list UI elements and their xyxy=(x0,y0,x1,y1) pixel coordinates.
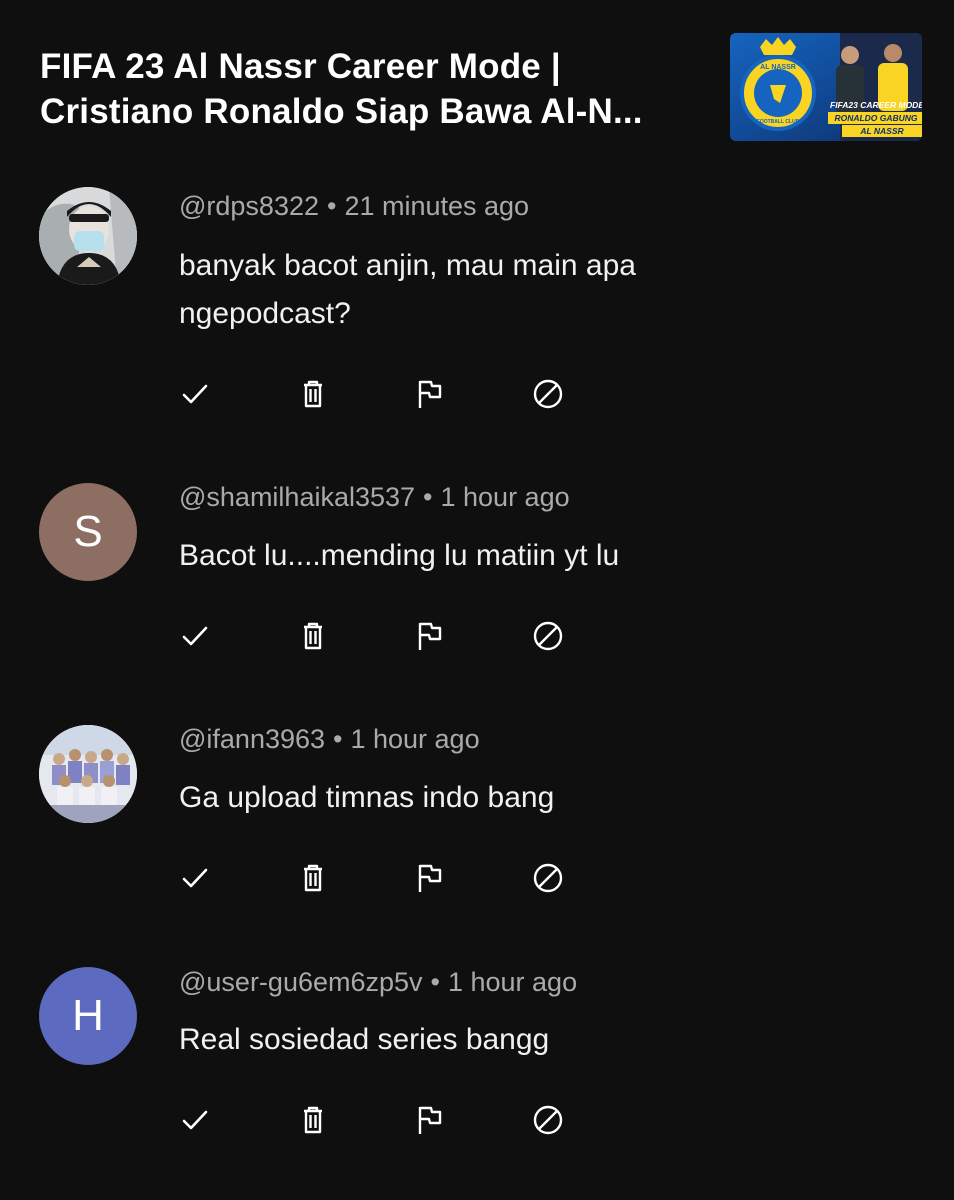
approve-button[interactable] xyxy=(175,1100,215,1140)
delete-button[interactable] xyxy=(293,374,333,414)
comment-text: Real sosiedad series bangg xyxy=(179,1016,779,1064)
checkmark-icon xyxy=(182,626,208,646)
report-button[interactable] xyxy=(409,616,449,656)
checkmark-icon xyxy=(182,1110,208,1130)
flag-icon xyxy=(418,622,442,650)
report-button[interactable] xyxy=(409,374,449,414)
meta-separator: • xyxy=(333,724,343,754)
comment-text-line: Real sosiedad series bangg xyxy=(179,1023,550,1056)
comment-meta: @ifann3963 • 1 hour ago xyxy=(179,724,480,755)
report-button[interactable] xyxy=(409,858,449,898)
video-title-line-2: Cristiano Ronaldo Siap Bawa Al-N... xyxy=(40,92,643,131)
avatar-photo xyxy=(39,725,137,823)
checkmark-icon xyxy=(182,868,208,888)
comment-author[interactable]: @ifann3963 xyxy=(179,724,325,754)
flag-icon xyxy=(418,380,442,408)
approve-button[interactable] xyxy=(175,616,215,656)
comment-text: banyak bacot anjin, mau main apa ngepodc… xyxy=(179,242,779,338)
hide-user-button[interactable] xyxy=(528,1100,568,1140)
avatar-letter: S xyxy=(73,507,103,556)
block-icon xyxy=(533,863,563,893)
trash-icon xyxy=(304,622,322,650)
comment-text-line: banyak bacot anjin, mau main apa xyxy=(179,249,636,282)
comment-meta: @rdps8322 • 21 minutes ago xyxy=(179,191,529,222)
delete-button[interactable] xyxy=(293,616,333,656)
flag-icon xyxy=(418,1106,442,1134)
block-icon xyxy=(533,379,563,409)
comment-text-line: Bacot lu....mending lu matiin yt lu xyxy=(179,539,620,572)
comment-text: Bacot lu....mending lu matiin yt lu xyxy=(179,532,779,580)
hide-user-button[interactable] xyxy=(528,858,568,898)
comment-author[interactable]: @rdps8322 xyxy=(179,191,319,221)
comment-time: 1 hour ago xyxy=(447,967,578,997)
comment-time: 1 hour ago xyxy=(440,482,570,512)
comment-time: 1 hour ago xyxy=(350,724,480,754)
delete-button[interactable] xyxy=(293,858,333,898)
approve-button[interactable] xyxy=(175,858,215,898)
block-icon xyxy=(533,1105,563,1135)
report-button[interactable] xyxy=(409,1100,449,1140)
comment-meta: @shamilhaikal3537 • 1 hour ago xyxy=(179,482,570,513)
video-title[interactable]: FIFA 23 Al Nassr Career Mode | Cristiano… xyxy=(40,44,720,134)
thumbnail-image: AL NASSR FOOTBALL CLUB FIFA23 CAREER MOD… xyxy=(730,33,922,141)
comment-text-line: ngepodcast? xyxy=(179,297,351,330)
comment-time: 21 minutes ago xyxy=(344,191,530,221)
comment-meta: @user-gu6em6zp5v • 1 hour ago xyxy=(179,967,577,998)
meta-separator: • xyxy=(327,191,337,221)
avatar-letter: H xyxy=(72,991,104,1040)
avatar-photo xyxy=(39,187,137,285)
avatar[interactable] xyxy=(39,725,137,823)
comment-author[interactable]: @user-gu6em6zp5v xyxy=(179,967,423,997)
comment-text: Ga upload timnas indo bang xyxy=(179,774,779,822)
thumbnail-sub: AL NASSR xyxy=(859,126,904,136)
approve-button[interactable] xyxy=(175,374,215,414)
hide-user-button[interactable] xyxy=(528,374,568,414)
meta-separator: • xyxy=(430,967,440,997)
trash-icon xyxy=(304,864,322,892)
avatar[interactable] xyxy=(39,187,137,285)
video-thumbnail[interactable]: AL NASSR FOOTBALL CLUB FIFA23 CAREER MOD… xyxy=(730,33,922,141)
hide-user-button[interactable] xyxy=(528,616,568,656)
thumbnail-logo-text: AL NASSR xyxy=(760,64,796,71)
block-icon xyxy=(533,621,563,651)
trash-icon xyxy=(304,380,322,408)
avatar[interactable]: S xyxy=(39,483,137,581)
video-header: FIFA 23 Al Nassr Career Mode | Cristiano… xyxy=(40,44,720,134)
thumbnail-badge: FIFA23 CAREER MODE xyxy=(830,100,922,110)
avatar[interactable]: H xyxy=(39,967,137,1065)
trash-icon xyxy=(304,1106,322,1134)
thumbnail-headline: RONALDO GABUNG xyxy=(834,113,917,123)
meta-separator: • xyxy=(423,482,433,512)
flag-icon xyxy=(418,864,442,892)
video-title-line-1: FIFA 23 Al Nassr Career Mode | xyxy=(40,47,561,86)
delete-button[interactable] xyxy=(293,1100,333,1140)
checkmark-icon xyxy=(182,384,208,404)
comment-text-line: Ga upload timnas indo bang xyxy=(179,781,555,814)
comment-author[interactable]: @shamilhaikal3537 xyxy=(179,482,415,512)
thumbnail-logo-sub: FOOTBALL CLUB xyxy=(757,119,800,125)
